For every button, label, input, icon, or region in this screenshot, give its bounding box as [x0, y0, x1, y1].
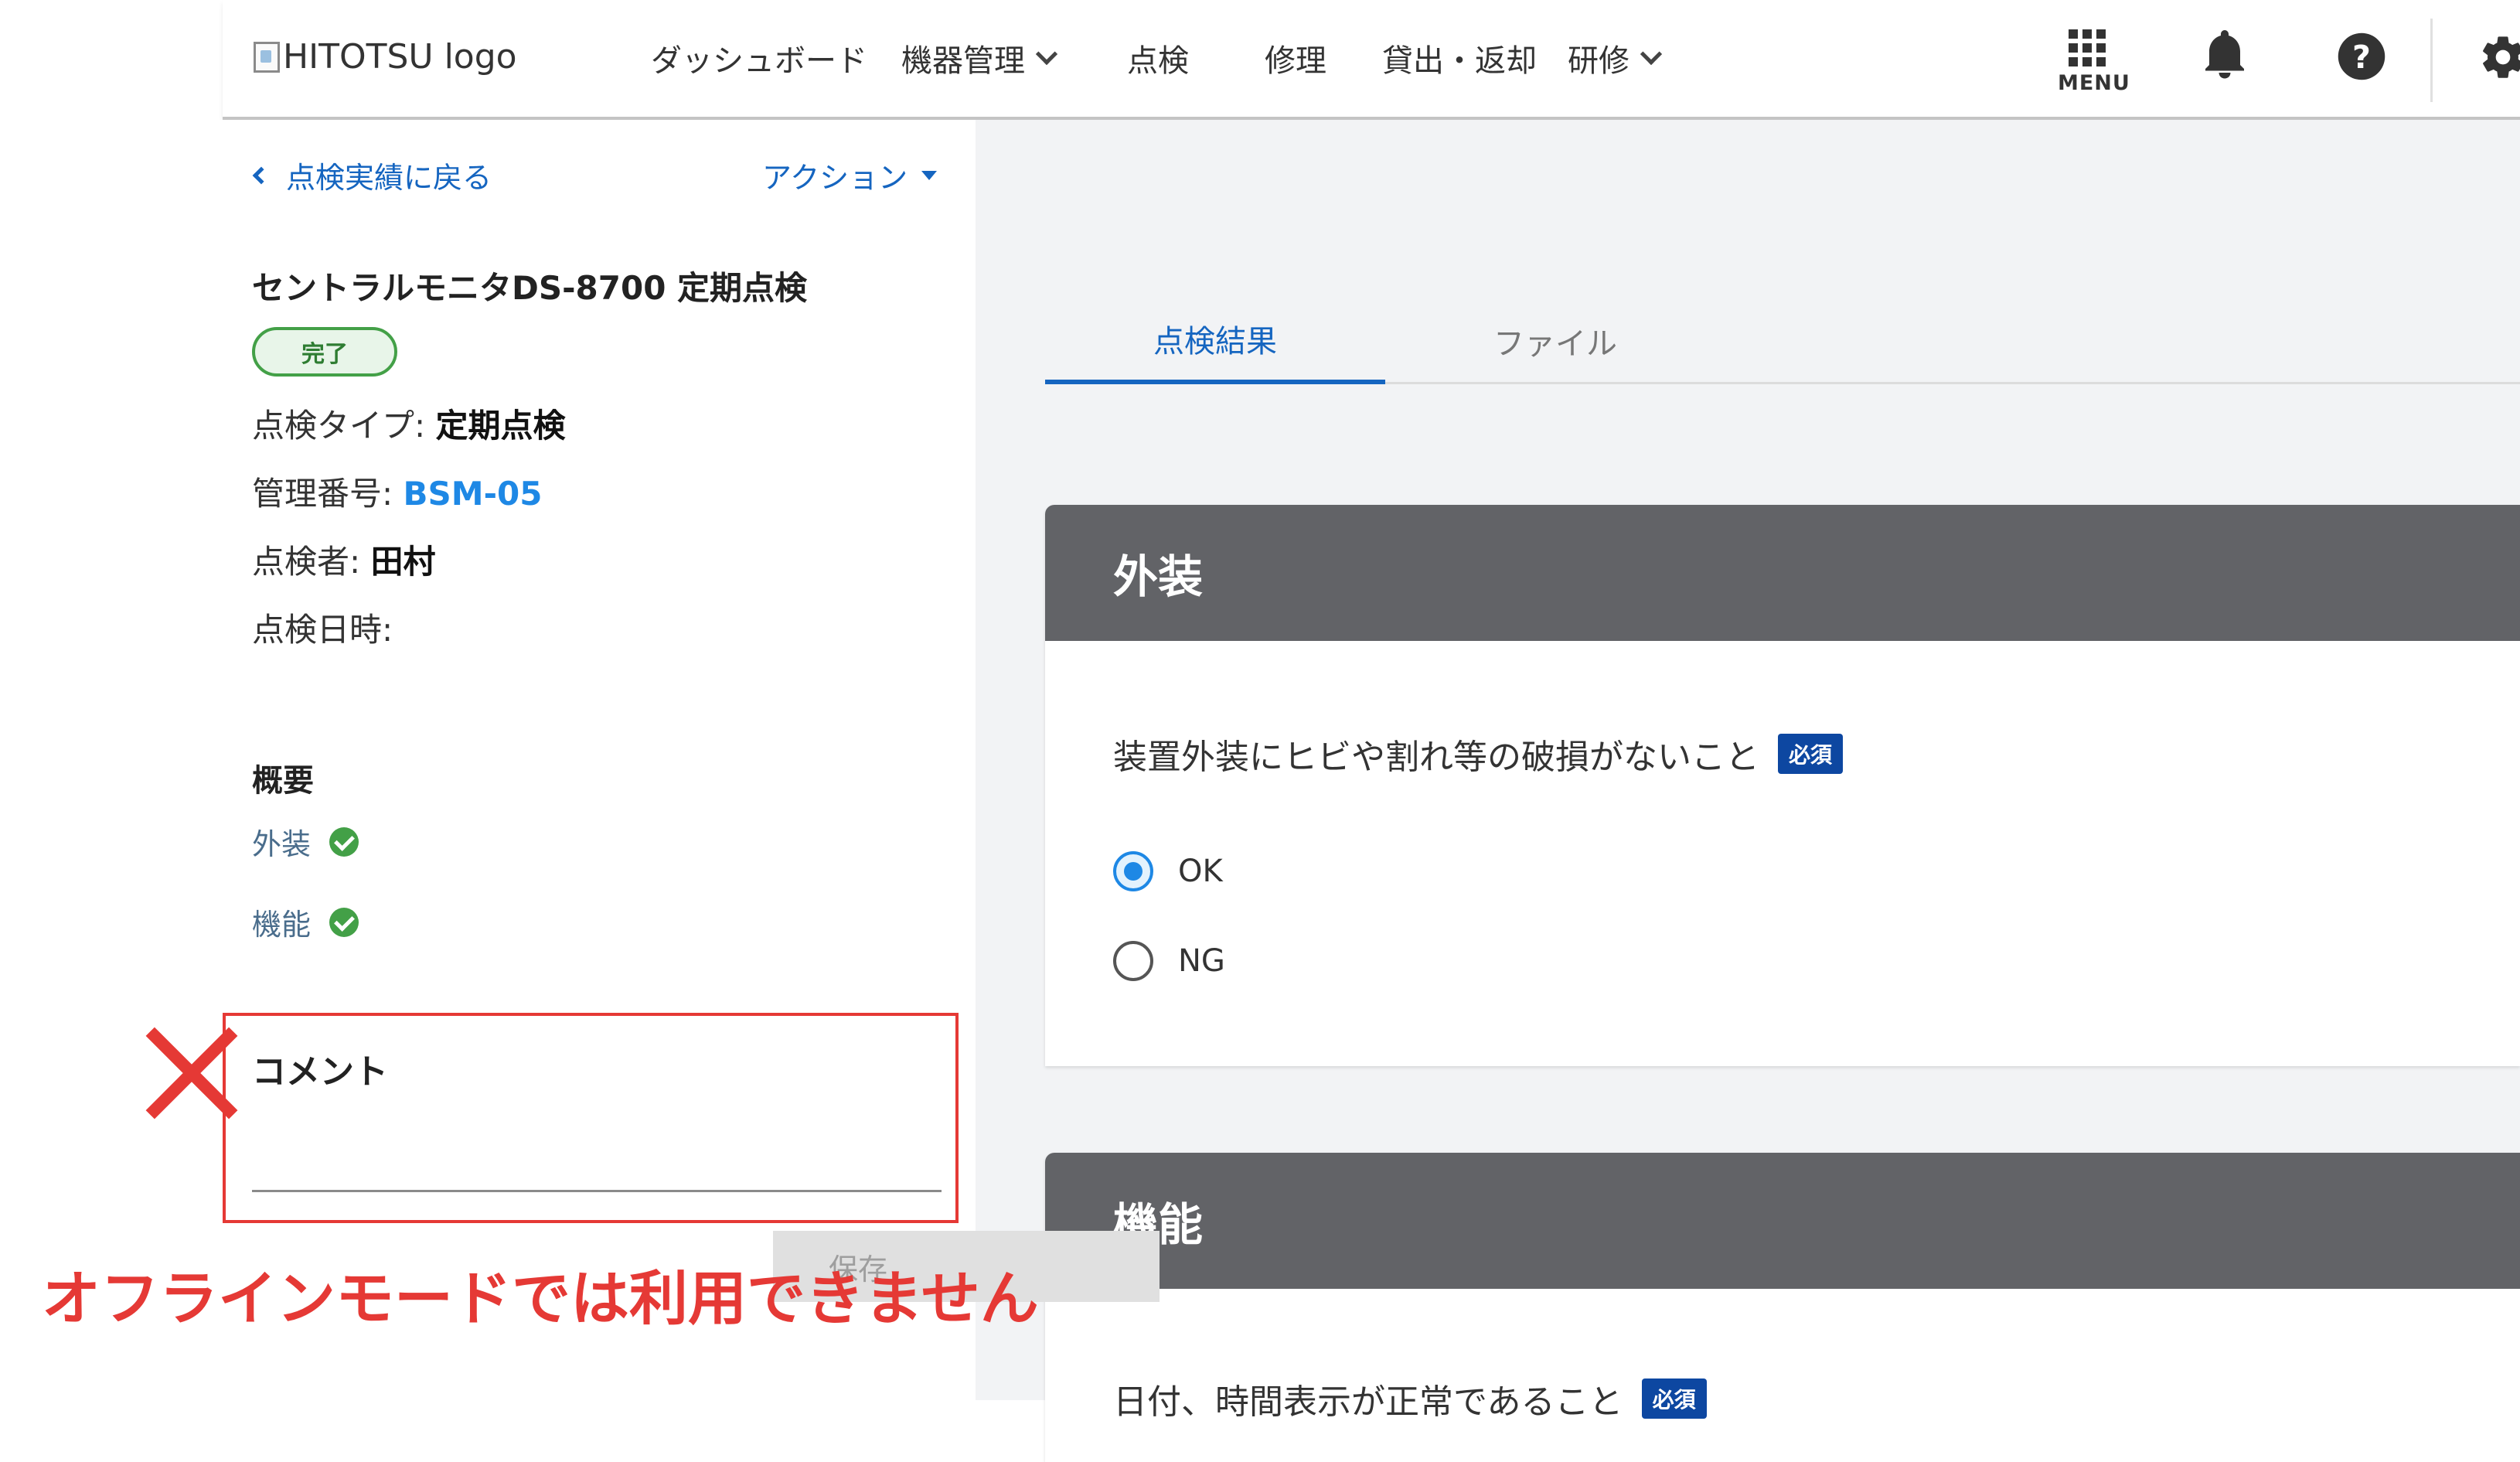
- chevron-left-icon: [252, 166, 271, 184]
- status-badge: 完了: [252, 327, 397, 377]
- summary-item-label: 外装: [252, 827, 312, 861]
- question-text: 装置外装にヒビや割れ等の破損がないこと: [1113, 738, 1759, 777]
- right-pane: 点検結果 ファイル 外装 装置外装にヒビや割れ等の破損がないこと 必須 OK N…: [976, 120, 2520, 1462]
- inspection-type-label: 点検タイプ:: [252, 407, 436, 445]
- app-header: HITOTSU logo ダッシュボード 機器管理 点検 修理 貸出・返却 研修…: [223, 0, 2520, 120]
- card-exterior: 外装 装置外装にヒビや割れ等の破損がないこと 必須 OK NG: [1045, 505, 2520, 1066]
- inspection-type-value: 定期点検: [435, 407, 566, 445]
- summary-item-label: 機能: [252, 908, 312, 942]
- option-label: NG: [1178, 943, 1225, 979]
- hitotsu-logo[interactable]: HITOTSU logo: [254, 37, 517, 77]
- nav-dashboard[interactable]: ダッシュボード: [651, 36, 867, 80]
- action-label: アクション: [762, 161, 908, 195]
- broken-image-icon: [254, 41, 280, 73]
- card-title: 外装: [1045, 505, 2520, 641]
- gear-icon[interactable]: [2478, 32, 2520, 82]
- nav-training[interactable]: 研修: [1568, 36, 1663, 80]
- tab-bar: 点検結果 ファイル: [1045, 298, 2520, 384]
- inspection-date-label: 点検日時:: [252, 611, 393, 649]
- info-management-id: 管理番号: BSM-05: [252, 468, 542, 515]
- check-circle-icon: [329, 826, 359, 857]
- management-id-link[interactable]: BSM-05: [404, 475, 543, 513]
- nav-lending[interactable]: 貸出・返却: [1382, 36, 1537, 80]
- info-inspector: 点検者: 田村: [252, 536, 436, 583]
- nav-dashboard-label: ダッシュボード: [651, 43, 867, 79]
- card-function: 機能 日付、時間表示が正常であること 必須: [1045, 1153, 2520, 1462]
- tab-files[interactable]: ファイル: [1385, 298, 1725, 384]
- page-title: セントラルモニタDS-8700 定期点検: [252, 269, 808, 307]
- question-text: 日付、時間表示が正常であること: [1113, 1382, 1623, 1422]
- required-badge: 必須: [1641, 1379, 1707, 1419]
- inspector-value: 田村: [370, 543, 436, 581]
- info-inspection-date: 点検日時:: [252, 604, 393, 651]
- summary-item-exterior[interactable]: 外装: [252, 820, 359, 863]
- chevron-down-icon: [1640, 43, 1663, 66]
- offline-warning: オフラインモードでは利用できません: [42, 1264, 1039, 1333]
- tab-inspection-results[interactable]: 点検結果: [1045, 298, 1385, 384]
- back-to-inspections-link[interactable]: 点検実績に戻る: [249, 154, 492, 196]
- option-label: OK: [1178, 854, 1223, 889]
- svg-text:?: ?: [2352, 39, 2371, 76]
- radio-unchecked-icon[interactable]: [1113, 941, 1153, 981]
- question-row: 装置外装にヒビや割れ等の破損がないこと 必須: [1113, 729, 1844, 779]
- check-circle-icon: [329, 907, 359, 937]
- red-cross-icon: [139, 1022, 241, 1124]
- question-row: 日付、時間表示が正常であること 必須: [1113, 1374, 1707, 1423]
- comment-label: コメント: [252, 1052, 388, 1092]
- required-badge: 必須: [1778, 734, 1844, 774]
- chevron-down-icon: [1035, 43, 1058, 66]
- menu-label[interactable]: MENU: [2058, 71, 2130, 95]
- comment-input[interactable]: [252, 1137, 942, 1192]
- management-id-label: 管理番号:: [252, 475, 404, 513]
- summary-heading: 概要: [252, 763, 314, 799]
- nav-equipment[interactable]: 機器管理: [901, 36, 1058, 80]
- radio-checked-icon[interactable]: [1113, 851, 1153, 891]
- nav-repair-label: 修理: [1265, 43, 1326, 79]
- option-ng[interactable]: NG: [1113, 941, 1225, 981]
- help-icon[interactable]: ?: [2336, 31, 2387, 82]
- apps-grid-icon[interactable]: [2069, 29, 2106, 66]
- logo-alt-text: HITOTSU logo: [283, 37, 517, 77]
- nav-inspection-label: 点検: [1127, 43, 1189, 79]
- nav-lending-label: 貸出・返却: [1382, 43, 1537, 79]
- nav-training-label: 研修: [1568, 43, 1629, 79]
- caret-down-icon: [921, 170, 938, 180]
- summary-item-function[interactable]: 機能: [252, 901, 359, 943]
- info-inspection-type: 点検タイプ: 定期点検: [252, 400, 566, 447]
- card-title: 機能: [1045, 1153, 2520, 1289]
- header-separator: [2430, 19, 2433, 102]
- option-ok[interactable]: OK: [1113, 851, 1223, 891]
- bell-icon[interactable]: [2202, 26, 2248, 80]
- nav-inspection[interactable]: 点検: [1127, 36, 1189, 80]
- action-dropdown[interactable]: アクション: [762, 154, 938, 196]
- back-label: 点検実績に戻る: [286, 161, 492, 195]
- nav-equipment-label: 機器管理: [901, 43, 1025, 79]
- nav-repair[interactable]: 修理: [1265, 36, 1326, 80]
- inspector-label: 点検者:: [252, 543, 371, 581]
